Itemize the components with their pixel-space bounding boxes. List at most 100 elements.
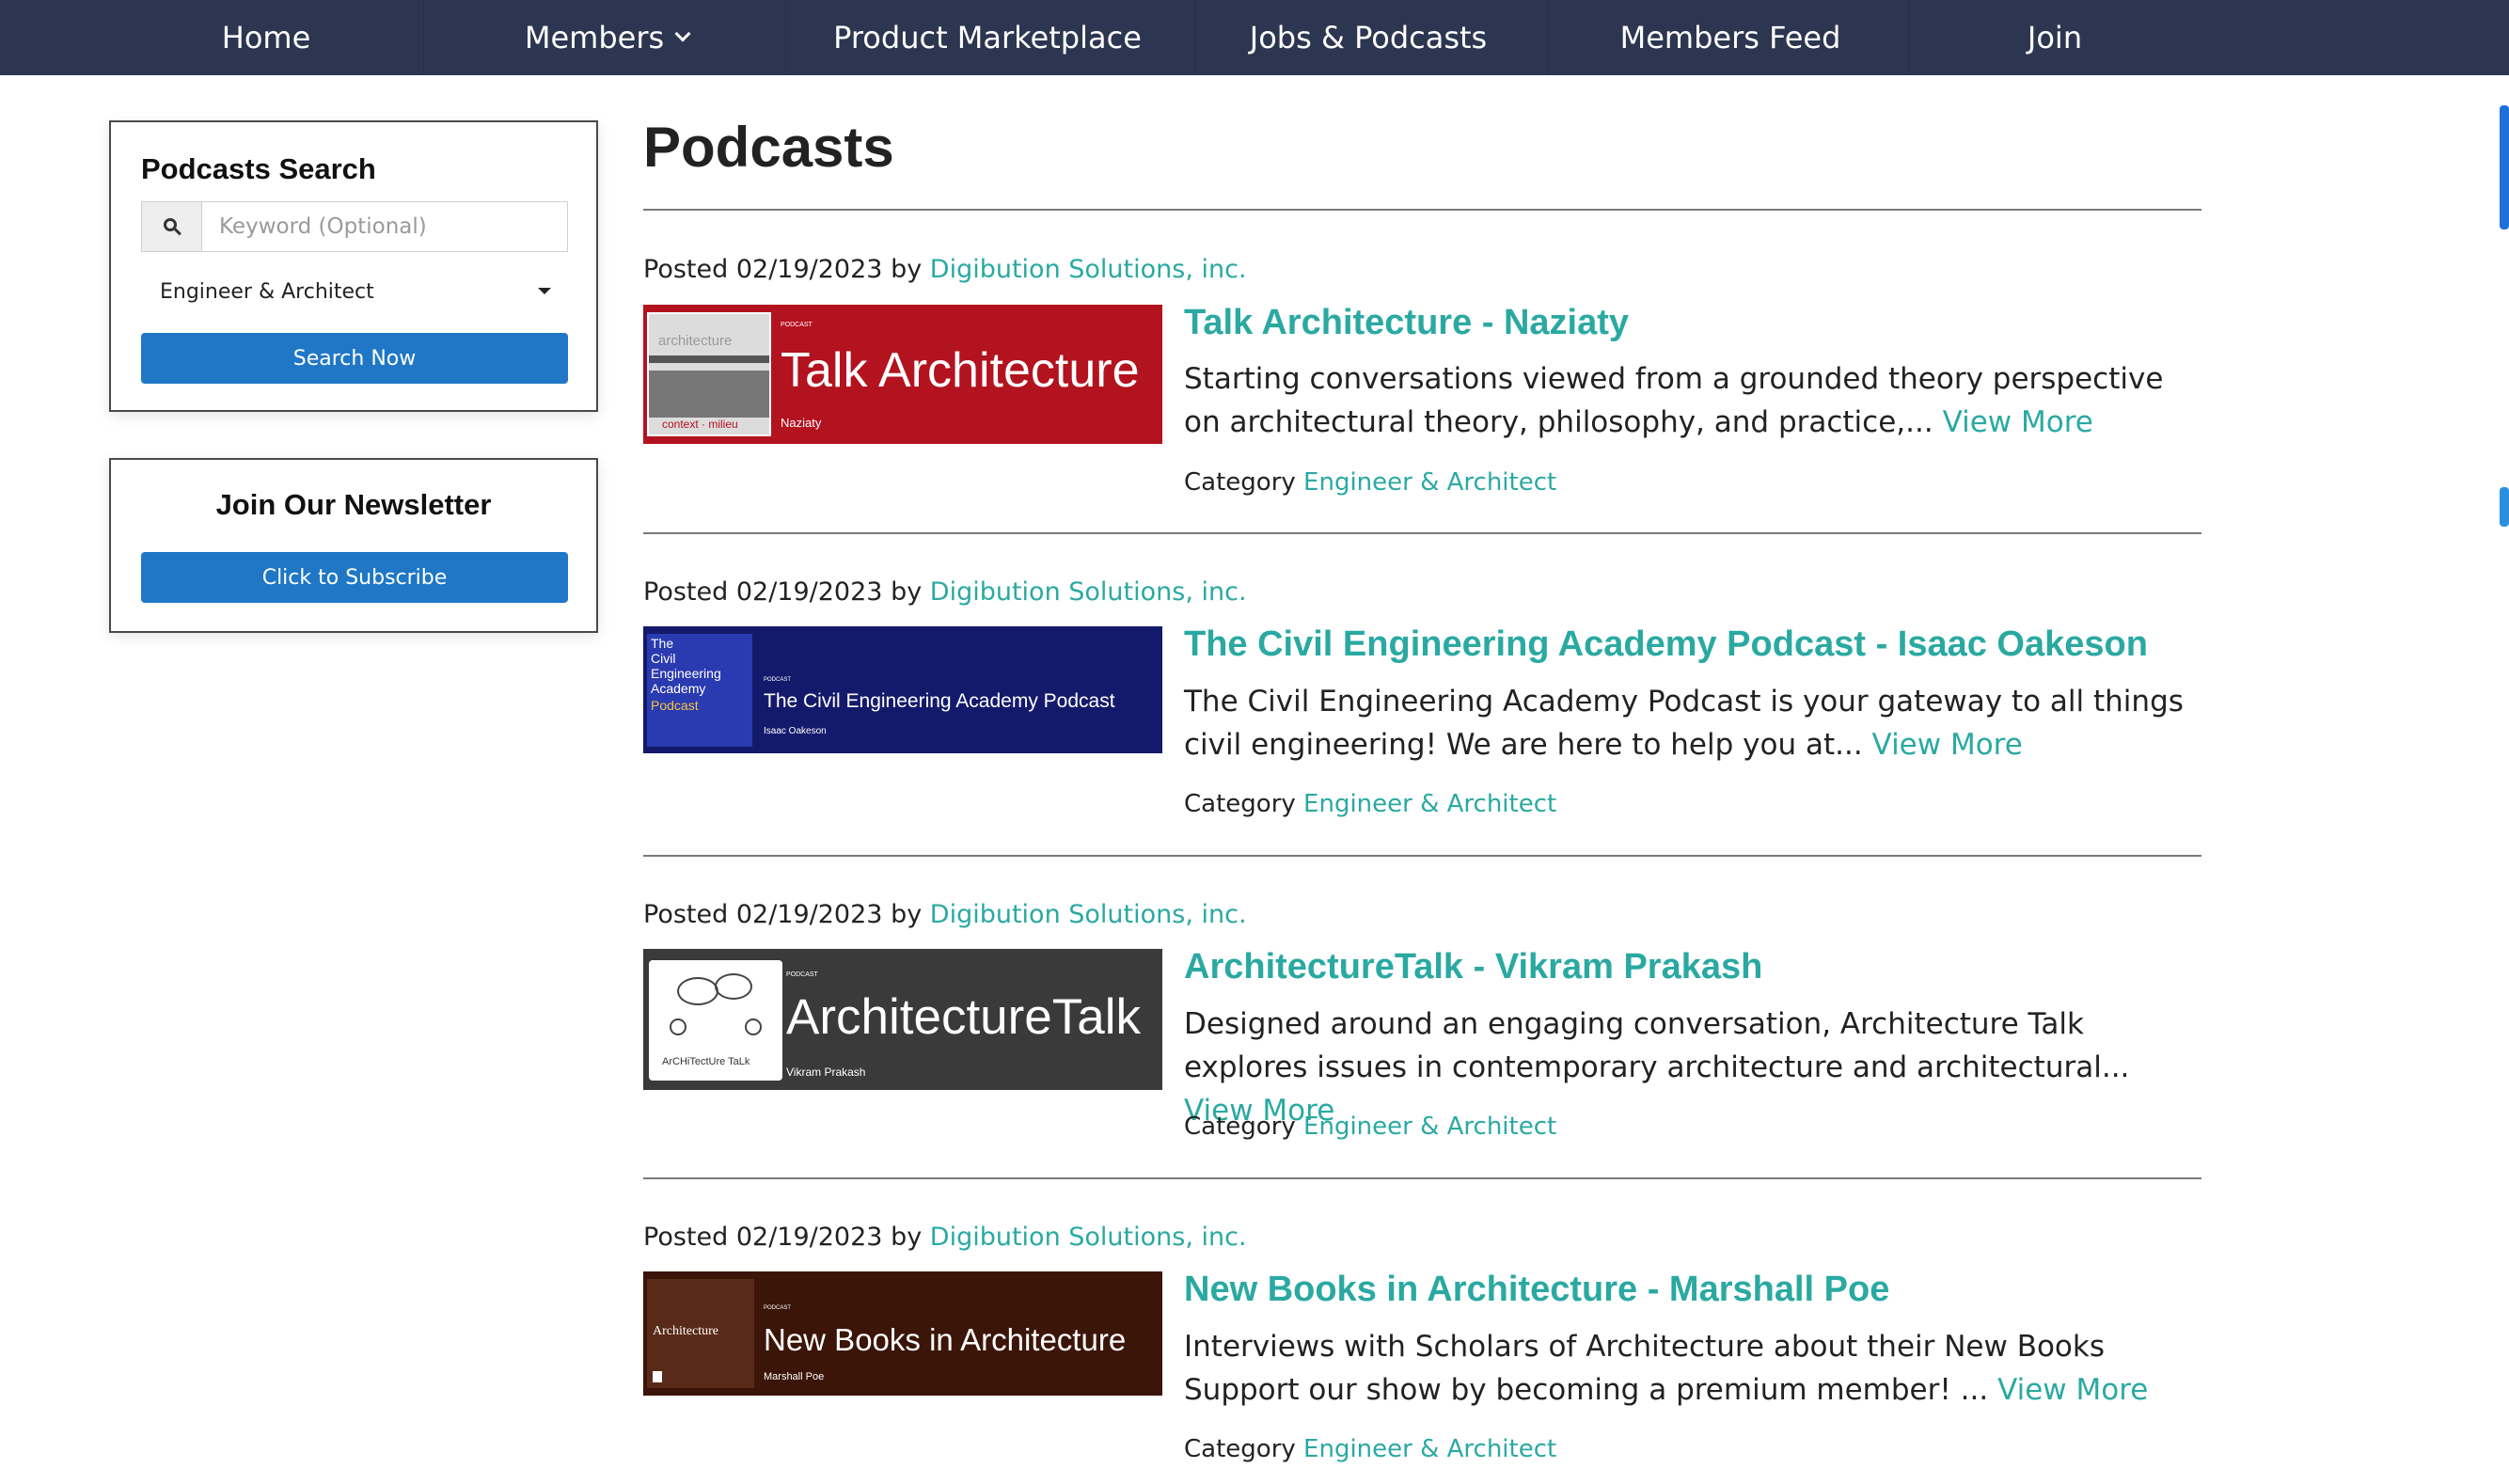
nav-members-feed[interactable]: Members Feed — [1580, 0, 1881, 75]
thumb-art-line: The — [651, 636, 674, 651]
category-link[interactable]: Engineer & Architect — [1303, 1113, 1556, 1141]
thumb-kicker: PODCAST — [764, 1305, 792, 1311]
search-addon — [142, 202, 202, 251]
nav-home[interactable]: Home — [158, 0, 374, 75]
thumb-headline: Talk Architecture — [781, 343, 1140, 398]
posted-date: 02/19/2023 — [735, 255, 883, 284]
scrollbar-thumb[interactable] — [2500, 105, 2509, 229]
category-prefix: Category — [1184, 468, 1296, 497]
thumb-byline: Naziaty — [781, 416, 822, 430]
person-icon — [670, 1018, 686, 1035]
nav-members[interactable]: Members — [489, 0, 724, 75]
author-link[interactable]: Digibution Solutions, inc. — [930, 900, 1247, 929]
top-nav: Home Members Product Marketplace Jobs & … — [0, 0, 2509, 75]
podcast-thumbnail[interactable]: Architecture PODCAST New Books in Archit… — [643, 1271, 1162, 1396]
thumb-art: architecture context · milieu — [647, 312, 771, 436]
nav-join[interactable]: Join — [1975, 0, 2135, 75]
nav-jobs-podcasts[interactable]: Jobs & Podcasts — [1223, 0, 1514, 75]
category-line: Category Engineer & Architect — [1184, 790, 1556, 818]
item-divider — [643, 855, 2201, 857]
item-divider — [643, 1177, 2201, 1179]
podcast-title-link[interactable]: ArchitectureTalk - Vikram Prakash — [1184, 947, 1762, 987]
description-text: The Civil Engineering Academy Podcast is… — [1184, 685, 2184, 762]
nav-divider — [785, 0, 786, 75]
podcast-title-link[interactable]: Talk Architecture - Naziaty — [1184, 303, 1629, 343]
author-link[interactable]: Digibution Solutions, inc. — [930, 1223, 1247, 1252]
podcast-thumbnail[interactable]: ArCHiTectUre TaLk PODCAST ArchitectureTa… — [643, 949, 1162, 1090]
podcast-description: Interviews with Scholars of Architecture… — [1184, 1325, 2190, 1412]
posted-prefix: Posted — [643, 900, 729, 929]
thumb-art-line: Academy — [651, 681, 706, 696]
thumb-art: The Civil Engineering Academy Podcast — [647, 634, 752, 747]
newsletter-panel: Join Our Newsletter Click to Subscribe — [109, 458, 598, 633]
newsletter-title: Join Our Newsletter — [215, 488, 492, 521]
category-link[interactable]: Engineer & Architect — [1303, 790, 1556, 818]
item-divider — [643, 532, 2201, 534]
thumb-art: ArCHiTectUre TaLk — [649, 960, 782, 1081]
page-title: Podcasts — [643, 116, 894, 179]
podcast-thumbnail[interactable]: architecture context · milieu PODCAST Ta… — [643, 305, 1162, 444]
category-prefix: Category — [1184, 1435, 1296, 1463]
search-icon — [163, 218, 181, 236]
category-link[interactable]: Engineer & Architect — [1303, 468, 1556, 497]
posted-prefix: Posted — [643, 1223, 729, 1252]
thumb-byline: Marshall Poe — [764, 1371, 825, 1382]
keyword-search-group — [141, 201, 568, 252]
by-word: by — [891, 255, 923, 284]
view-more-link[interactable]: View More — [1872, 728, 2023, 762]
thumb-byline: Vikram Prakash — [786, 1066, 866, 1079]
podcast-thumbnail[interactable]: The Civil Engineering Academy Podcast PO… — [643, 626, 1162, 753]
posted-date: 02/19/2023 — [735, 900, 883, 929]
author-link[interactable]: Digibution Solutions, inc. — [930, 577, 1247, 607]
thumb-art-line: Civil — [651, 651, 676, 666]
podcast-title-link[interactable]: New Books in Architecture - Marshall Poe — [1184, 1270, 1889, 1310]
category-select-value: Engineer & Architect — [160, 279, 374, 304]
by-word: by — [891, 577, 923, 607]
thumb-byline: Isaac Oakeson — [764, 726, 827, 736]
category-select[interactable]: Engineer & Architect — [141, 265, 568, 318]
nav-divider — [1909, 0, 1910, 75]
thumb-kicker: PODCAST — [786, 971, 818, 978]
thumb-art: Architecture — [647, 1279, 754, 1388]
publisher-logo-icon — [653, 1371, 662, 1382]
keyword-input[interactable] — [202, 202, 567, 251]
category-link[interactable]: Engineer & Architect — [1303, 1435, 1556, 1463]
thumb-art-text: architecture — [658, 333, 733, 349]
posted-line: Posted 02/19/2023 by Digibution Solution… — [643, 577, 1247, 607]
subscribe-button[interactable]: Click to Subscribe — [141, 552, 568, 603]
side-widget-tab[interactable] — [2500, 487, 2509, 527]
nav-product-marketplace[interactable]: Product Marketplace — [818, 0, 1157, 75]
thumb-kicker: PODCAST — [764, 677, 792, 683]
search-panel-title: Podcasts Search — [141, 152, 376, 185]
category-prefix: Category — [1184, 1113, 1296, 1141]
posted-line: Posted 02/19/2023 by Digibution Solution… — [643, 1223, 1247, 1252]
nav-divider — [1547, 0, 1548, 75]
thumb-headline: ArchitectureTalk — [786, 989, 1142, 1045]
view-more-link[interactable]: View More — [1997, 1373, 2148, 1407]
category-prefix: Category — [1184, 790, 1296, 818]
category-line: Category Engineer & Architect — [1184, 468, 1556, 497]
thumb-art-caption: context · milieu — [662, 418, 738, 431]
title-divider — [643, 209, 2201, 211]
category-line: Category Engineer & Architect — [1184, 1113, 1556, 1141]
posted-date: 02/19/2023 — [735, 1223, 883, 1252]
search-now-button[interactable]: Search Now — [141, 333, 568, 384]
person-icon — [745, 1018, 762, 1035]
thumb-headline: New Books in Architecture — [764, 1322, 1127, 1357]
thumb-art-caption: ArCHiTectUre TaLk — [662, 1056, 750, 1067]
nav-divider — [1194, 0, 1195, 75]
view-more-link[interactable]: View More — [1943, 405, 2093, 439]
thumb-kicker: PODCAST — [781, 322, 813, 328]
podcast-description: The Civil Engineering Academy Podcast is… — [1184, 680, 2190, 766]
nav-members-label: Members — [524, 20, 665, 55]
author-link[interactable]: Digibution Solutions, inc. — [930, 255, 1247, 284]
description-text: Designed around an engaging conversation… — [1184, 1007, 2130, 1084]
speech-bubble-icon — [715, 973, 752, 1000]
by-word: by — [891, 900, 923, 929]
thumb-art-accent: Podcast — [651, 698, 699, 713]
podcast-title-link[interactable]: The Civil Engineering Academy Podcast - … — [1184, 624, 2148, 665]
chevron-down-icon — [674, 25, 691, 42]
posted-line: Posted 02/19/2023 by Digibution Solution… — [643, 255, 1247, 284]
category-line: Category Engineer & Architect — [1184, 1435, 1556, 1463]
posted-line: Posted 02/19/2023 by Digibution Solution… — [643, 900, 1247, 929]
